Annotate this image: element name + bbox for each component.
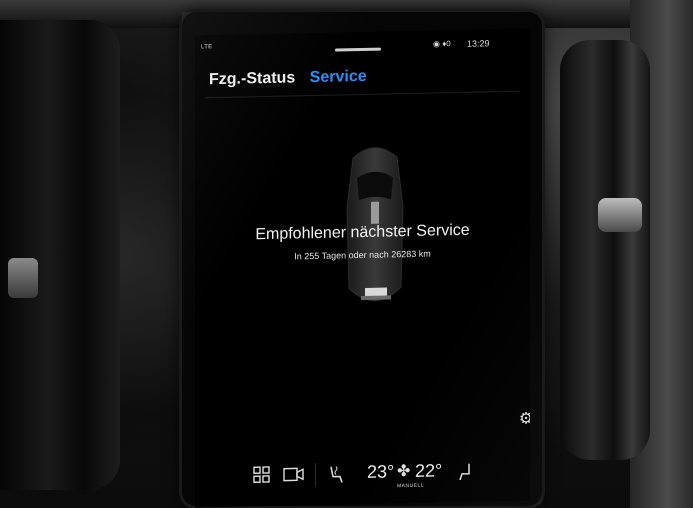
left-vent-knob[interactable] [8, 258, 38, 298]
right-air-vent [560, 40, 650, 460]
tab-bar: Fzg.-Status Service [209, 68, 377, 96]
status-icons: ◉ ♦0 [433, 39, 451, 49]
bar-separator [315, 462, 316, 487]
clock: 13:29 [467, 38, 490, 49]
climate-bar: 23° ✤ 22° MANUELL [195, 438, 530, 507]
temperature-left[interactable]: 23° [367, 461, 394, 483]
tab-service[interactable]: Service [310, 68, 367, 87]
fan-icon[interactable]: ✤ [397, 461, 410, 481]
service-title: Empfohlener nächster Service [255, 221, 470, 244]
tab-vehicle-status[interactable]: Fzg.-Status [209, 69, 295, 89]
infotainment-screen: LTE ◉ ♦0 13:29 Fzg.-Status Service Empfo… [195, 28, 530, 508]
temperature-right[interactable]: 22° [415, 460, 442, 482]
seat-heat-icon[interactable] [327, 464, 345, 484]
climate-mode: MANUELL [397, 482, 425, 490]
seat-icon[interactable] [457, 462, 475, 482]
left-air-vent [0, 20, 120, 490]
gear-icon[interactable]: ⚙ [517, 410, 530, 428]
right-vent-knob[interactable] [598, 198, 642, 232]
camera-icon[interactable] [283, 465, 305, 483]
network-indicator: LTE [201, 44, 213, 51]
grid-icon[interactable] [253, 466, 271, 484]
